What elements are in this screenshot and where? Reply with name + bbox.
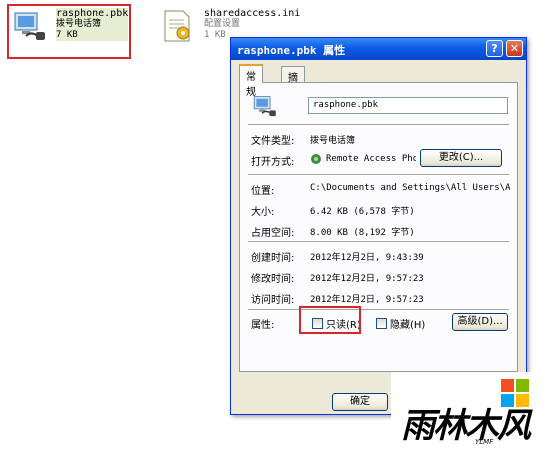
general-panel: rasphone.pbk 文件类型: 拨号电话簿 打开方式: Remote Ac… (239, 82, 518, 372)
disk-size-label: 占用空间: (251, 228, 295, 239)
hidden-label: 隐藏(H) (390, 320, 426, 331)
advanced-button[interactable]: 高级(D)... (452, 313, 508, 331)
file-type-value: 拨号电话簿 (310, 136, 356, 146)
hidden-checkbox[interactable] (376, 318, 387, 329)
desktop: rasphone.pbk 拨号电话簿 7 KB sharedaccess.ini… (0, 0, 554, 451)
highlight-box-readonly (299, 306, 361, 334)
ok-button[interactable]: 确定 (332, 393, 388, 411)
filename-field[interactable]: rasphone.pbk (308, 97, 508, 114)
location-value: C:\Documents and Settings\All Users\Appl… (310, 183, 510, 193)
created-value: 2012年12月2日, 9:43:39 (310, 253, 424, 263)
opens-with-label: 打开方式: (251, 157, 295, 168)
dialog-titlebar[interactable]: rasphone.pbk 属性 ? ✕ (231, 38, 526, 60)
divider (248, 174, 509, 175)
close-button[interactable]: ✕ (506, 40, 523, 57)
dialog-title: rasphone.pbk 属性 (237, 44, 346, 57)
config-file-icon (164, 10, 190, 42)
file-name: sharedaccess.ini (204, 8, 301, 19)
accessed-label: 访问时间: (251, 295, 295, 306)
modified-label: 修改时间: (251, 274, 295, 285)
tab-general[interactable]: 常规 (239, 64, 263, 98)
divider (248, 241, 509, 242)
logo-subtext: YLMF (475, 438, 494, 446)
highlight-box-file (7, 4, 131, 59)
file-type: 配置设置 (204, 19, 241, 29)
opens-with-value: Remote Access Phone (326, 154, 416, 164)
help-button[interactable]: ? (486, 40, 503, 57)
properties-dialog: rasphone.pbk 属性 ? ✕ 常规 摘要 rasphone.pbk 文… (230, 37, 527, 415)
size-label: 大小: (251, 207, 275, 218)
remote-access-icon (311, 154, 321, 164)
created-label: 创建时间: (251, 253, 295, 264)
hidden-checkbox-group[interactable]: 隐藏(H) (376, 316, 425, 331)
windows-flag-icon (501, 379, 529, 407)
disk-size-value: 8.00 KB (8,192 字节) (310, 228, 415, 238)
logo-text: 雨林木风 (401, 406, 531, 446)
attributes-label: 属性: (251, 320, 275, 331)
modified-value: 2012年12月2日, 9:57:23 (310, 274, 424, 284)
location-label: 位置: (251, 186, 275, 197)
accessed-value: 2012年12月2日, 9:57:23 (310, 295, 424, 305)
file-type-label: 文件类型: (251, 136, 295, 147)
divider (248, 124, 509, 125)
tab-summary[interactable]: 摘要 (281, 66, 305, 99)
change-button[interactable]: 更改(C)... (420, 149, 502, 167)
divider (248, 309, 509, 310)
watermark-logo: 雨林木风 YLMF (391, 372, 554, 451)
size-value: 6.42 KB (6,578 字节) (310, 207, 415, 217)
